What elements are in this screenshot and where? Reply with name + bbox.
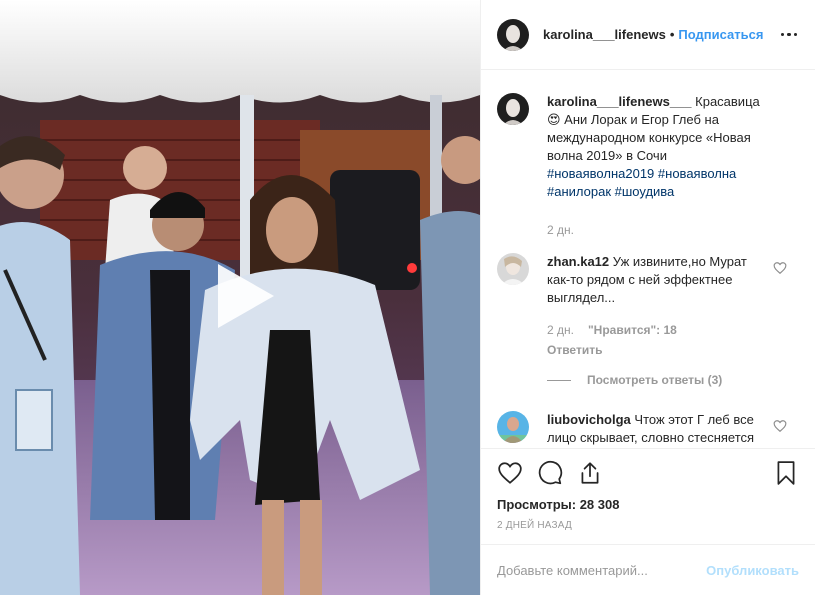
- replies-divider: [547, 379, 571, 381]
- hashtag-link[interactable]: #новаяволна2019: [547, 166, 654, 181]
- share-icon[interactable]: [577, 460, 603, 486]
- bookmark-icon[interactable]: [773, 460, 799, 486]
- view-replies-button[interactable]: Посмотреть ответы (3): [547, 373, 799, 387]
- heart-icon[interactable]: [773, 419, 787, 433]
- comment-bubble-icon[interactable]: [537, 460, 563, 486]
- play-icon[interactable]: [210, 262, 278, 330]
- caption-avatar[interactable]: [497, 93, 529, 125]
- hashtag-link[interactable]: #шоудива: [615, 184, 675, 199]
- comments-list[interactable]: karolina___lifenews___ Красавица 😍 Ани Л…: [481, 71, 815, 447]
- instagram-post: karolina___lifenews • Подписаться karoli…: [0, 0, 815, 595]
- caption-time[interactable]: 2 дн.: [547, 221, 574, 239]
- more-horizontal-icon[interactable]: [779, 25, 799, 45]
- publish-button[interactable]: Опубликовать: [706, 563, 799, 578]
- commenter-avatar[interactable]: [497, 411, 529, 443]
- views-count[interactable]: Просмотры: 28 308: [497, 497, 799, 512]
- author-username[interactable]: karolina___lifenews: [543, 27, 666, 42]
- add-comment-bar: Опубликовать: [481, 544, 815, 595]
- caption-username[interactable]: karolina___lifenews___: [547, 94, 692, 109]
- like-heart-icon[interactable]: [497, 460, 523, 486]
- caption: karolina___lifenews___ Красавица 😍 Ани Л…: [497, 93, 799, 239]
- post-video[interactable]: [0, 0, 480, 595]
- add-comment-input[interactable]: [497, 562, 707, 578]
- comment-username[interactable]: zhan.ka12: [547, 254, 609, 269]
- comment-likes[interactable]: "Нравится": 18: [588, 321, 677, 339]
- comment-time[interactable]: 2 дн.: [547, 321, 574, 339]
- post-header: karolina___lifenews • Подписаться: [481, 0, 815, 70]
- post-sidebar: karolina___lifenews • Подписаться karoli…: [480, 0, 815, 595]
- heart-icon[interactable]: [773, 261, 787, 275]
- hashtag-link[interactable]: #новаяволна: [658, 166, 736, 181]
- post-actions: Просмотры: 28 308 2 ДНЕЙ НАЗАД: [481, 448, 815, 531]
- comment: liubovicholga Чтож этот Г леб все лицо с…: [497, 411, 799, 447]
- hashtag-link[interactable]: #анилорак: [547, 184, 611, 199]
- author-avatar[interactable]: [497, 18, 529, 51]
- view-replies-label: Посмотреть ответы (3): [587, 373, 723, 387]
- commenter-avatar[interactable]: [497, 253, 529, 285]
- follow-button[interactable]: Подписаться: [678, 27, 763, 42]
- comment: zhan.ka12 Уж извините,но Мурат как-то ря…: [497, 253, 799, 359]
- header-separator: •: [669, 27, 675, 42]
- reply-button[interactable]: Ответить: [547, 341, 761, 359]
- post-time-ago[interactable]: 2 ДНЕЙ НАЗАД: [497, 520, 799, 531]
- comment-username[interactable]: liubovicholga: [547, 412, 631, 427]
